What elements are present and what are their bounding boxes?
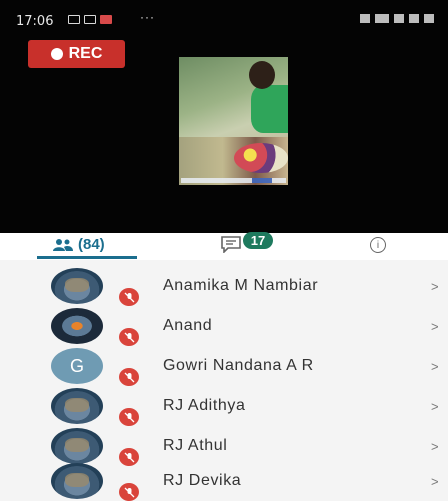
video-area[interactable]: 17:06 ··· REC [0, 0, 448, 233]
avatar [51, 428, 103, 464]
chevron-right-icon: > [431, 439, 439, 454]
chevron-right-icon: > [431, 399, 439, 414]
mic-muted-icon [119, 288, 139, 306]
data-speed-icon [375, 14, 389, 23]
avatar [51, 388, 103, 424]
video-person-head [249, 61, 275, 89]
video-person [251, 85, 288, 133]
mic-muted-icon [119, 483, 139, 501]
participant-name: Anamika M Nambiar [163, 277, 319, 294]
avatar [51, 463, 103, 499]
tab-bar: (84) 17 i [0, 232, 448, 260]
mic-muted-icon [119, 328, 139, 346]
chat-bubble-icon [84, 15, 96, 24]
participant-name: RJ Athul [163, 437, 228, 454]
tab-info[interactable]: i [370, 237, 386, 253]
video-caption-bar [181, 178, 286, 183]
avatar [51, 268, 103, 304]
battery-icon [424, 14, 434, 23]
chat-icon [221, 236, 241, 254]
chevron-right-icon: > [431, 474, 439, 489]
record-dot-icon [50, 48, 63, 60]
active-tab-indicator [37, 256, 137, 259]
avatar: G [51, 348, 103, 384]
info-icon: i [376, 239, 380, 251]
tab-chat[interactable]: 17 [220, 232, 273, 258]
participant-name: Gowri Nandana A R [163, 357, 314, 374]
chevron-right-icon: > [431, 279, 439, 294]
more-notifications-icon: ··· [140, 10, 155, 24]
chevron-right-icon: > [431, 319, 439, 334]
wifi-icon [409, 14, 419, 23]
status-bar: 17:06 ··· [0, 0, 448, 30]
chevron-right-icon: > [431, 359, 439, 374]
app-notification-icon [100, 15, 112, 24]
participant-row[interactable]: Anand > [0, 306, 448, 346]
shared-video-frame[interactable] [179, 57, 288, 185]
rec-button[interactable]: REC [28, 40, 125, 68]
status-system-icons [360, 14, 434, 23]
participants-count: (84) [78, 236, 105, 253]
participant-row[interactable]: RJ Athul > [0, 426, 448, 466]
rec-label: REC [68, 45, 103, 62]
participant-row[interactable]: RJ Devika > [0, 461, 448, 501]
video-flower-carpet [234, 143, 288, 173]
avatar-initial: G [69, 355, 84, 376]
participant-row[interactable]: Anamika M Nambiar > [0, 266, 448, 306]
status-notification-icons [68, 15, 112, 24]
signal-icon [394, 14, 404, 23]
tab-participants[interactable]: (84) [52, 236, 105, 253]
mic-muted-icon [119, 368, 139, 386]
status-time: 17:06 [16, 14, 54, 29]
participant-row[interactable]: G Gowri Nandana A R > [0, 346, 448, 386]
participant-name: RJ Adithya [163, 397, 246, 414]
avatar [51, 308, 103, 344]
vibrate-icon [360, 14, 370, 23]
people-icon [53, 238, 73, 251]
participant-name: Anand [163, 317, 213, 334]
participant-list: Anamika M Nambiar > Anand > G Gowri Nand… [0, 260, 448, 501]
mic-muted-icon [119, 408, 139, 426]
chat-unread-badge: 17 [243, 232, 273, 249]
participant-row[interactable]: RJ Adithya > [0, 386, 448, 426]
gallery-icon [68, 15, 80, 24]
participant-name: RJ Devika [163, 472, 242, 489]
